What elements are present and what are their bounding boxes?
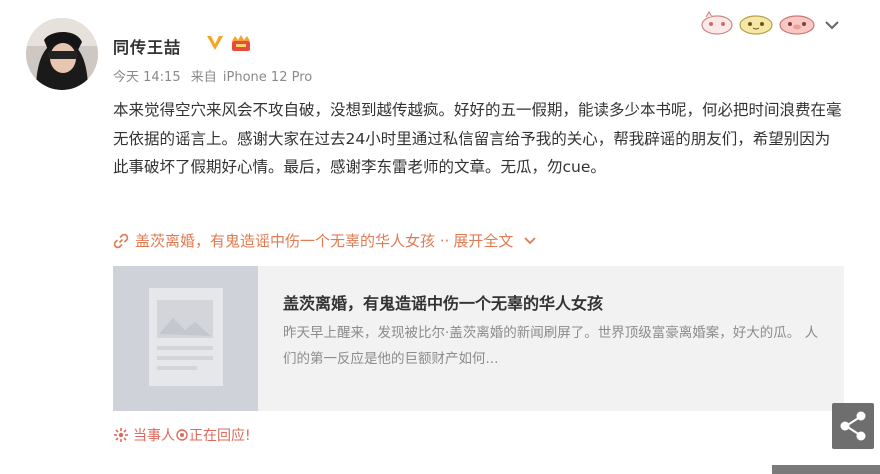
- avatar-photo: [26, 18, 98, 90]
- link-icon: [113, 233, 129, 248]
- author-name[interactable]: 同传王喆: [113, 34, 181, 58]
- overlay-bar: [772, 465, 880, 474]
- article-card[interactable]: 盖茨离婚，有鬼造谣中伤一个无辜的华人女孩 昨天早上醒来，发现被比尔·盖茨离婚的新…: [113, 266, 844, 411]
- chevron-down-icon[interactable]: [823, 18, 841, 32]
- article-link-row[interactable]: 盖茨离婚，有鬼造谣中伤一个无辜的华人女孩 ·· 展开全文: [113, 230, 537, 251]
- expand-full-text[interactable]: 展开全文: [453, 230, 513, 251]
- article-link[interactable]: 盖茨离婚，有鬼造谣中伤一个无辜的华人女孩: [135, 230, 435, 251]
- device-source[interactable]: iPhone 12 Pro: [223, 70, 312, 85]
- document-placeholder-icon: [149, 288, 223, 386]
- post-text: 本来觉得空穴来风会不攻自破，没想到越传越疯。好好的五一假期，能读多少本书呢，何必…: [113, 101, 842, 176]
- share-button[interactable]: [832, 403, 874, 449]
- article-title[interactable]: 盖茨离婚，有鬼造谣中伤一个无辜的华人女孩: [283, 290, 603, 314]
- source-prefix: 来自: [190, 70, 217, 85]
- sticker-icon: [701, 10, 733, 35]
- link-separator: ··: [435, 231, 450, 250]
- post-meta: 今天 14:15 来自 iPhone 12 Pro: [113, 66, 318, 85]
- chevron-down-icon[interactable]: [523, 236, 537, 246]
- event-label[interactable]: 当事人: [133, 425, 175, 445]
- article-thumbnail: [113, 266, 258, 411]
- burst-icon: [114, 428, 128, 442]
- post-time: 今天 14:15: [113, 70, 181, 85]
- dot-icon: [176, 429, 188, 441]
- sticker-icon: [779, 15, 815, 35]
- member-badge-icon[interactable]: [228, 33, 254, 53]
- share-icon: [840, 411, 866, 441]
- event-status[interactable]: 正在回应!: [189, 425, 251, 445]
- sticker-icon: [739, 15, 773, 35]
- event-tag[interactable]: 当事人 正在回应!: [113, 425, 251, 445]
- vip-icon: [207, 36, 223, 50]
- avatar[interactable]: [26, 18, 98, 90]
- article-summary: 昨天早上醒来，发现被比尔·盖茨离婚的新闻刷屏了。世界顶级富豪离婚案，好大的瓜。 …: [283, 325, 819, 367]
